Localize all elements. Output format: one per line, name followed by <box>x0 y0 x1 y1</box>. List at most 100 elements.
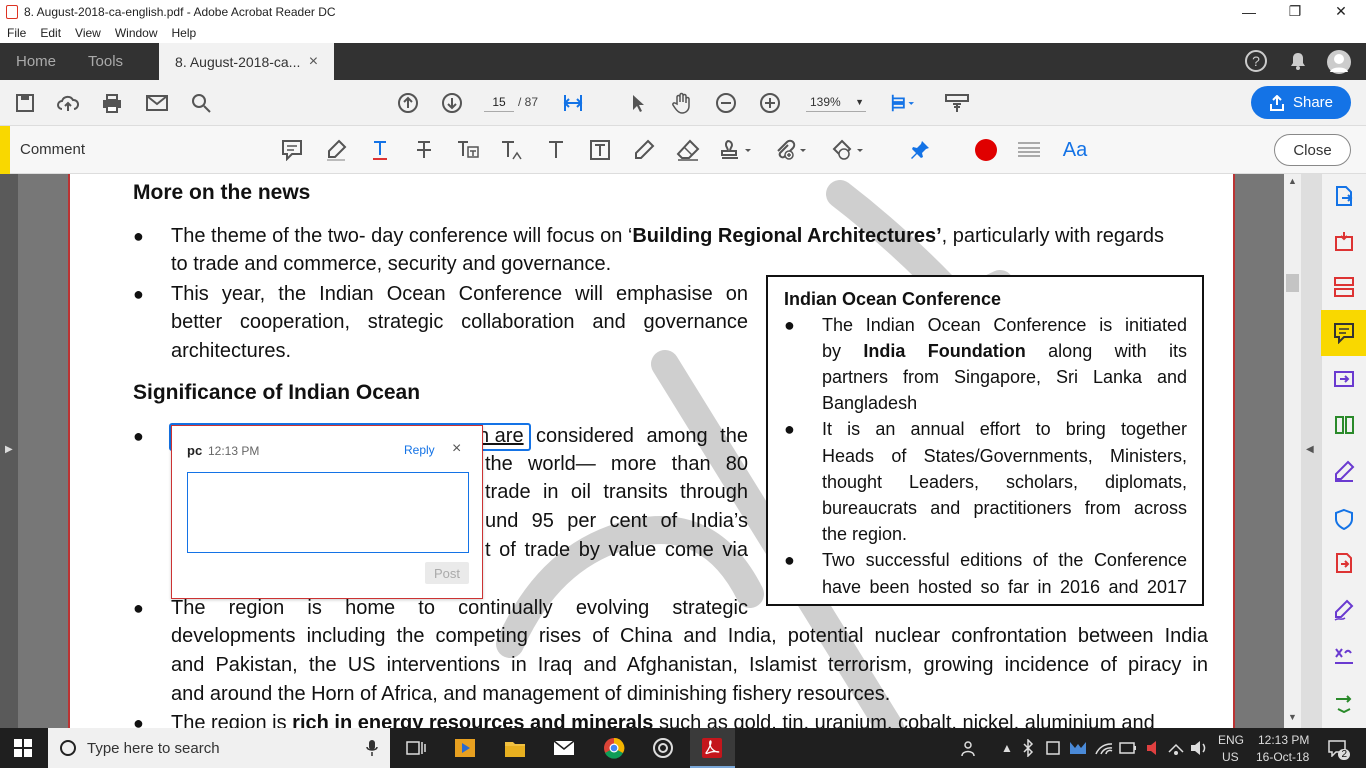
edit-pdf-icon[interactable] <box>1332 275 1356 299</box>
expand-left-icon[interactable]: ▶ <box>5 444 13 455</box>
left-panel[interactable]: ▶ <box>0 174 18 728</box>
strikethrough-icon[interactable] <box>412 138 436 162</box>
read-mode-icon[interactable] <box>945 91 969 115</box>
tray-app-icon[interactable] <box>1043 736 1063 760</box>
next-page-icon[interactable] <box>440 91 464 115</box>
language-top[interactable]: ENG <box>1218 733 1244 747</box>
tray-security-icon[interactable] <box>1068 736 1088 760</box>
menu-view[interactable]: View <box>68 26 108 40</box>
search-icon[interactable] <box>189 91 213 115</box>
menu-window[interactable]: Window <box>108 26 165 40</box>
close-comment-button[interactable]: Close <box>1274 134 1351 166</box>
bluetooth-icon[interactable] <box>1018 736 1038 760</box>
hand-tool-icon[interactable] <box>670 91 694 115</box>
previous-page-icon[interactable] <box>396 91 420 115</box>
comment-input[interactable] <box>187 472 469 553</box>
clock-date[interactable]: 16-Oct-18 <box>1256 750 1309 764</box>
menu-file[interactable]: File <box>0 26 33 40</box>
avatar-icon[interactable] <box>1327 50 1351 74</box>
color-picker-icon[interactable] <box>974 138 998 162</box>
create-pdf-icon[interactable] <box>1332 229 1356 253</box>
window-close-button[interactable]: ✕ <box>1318 0 1364 23</box>
vertical-scrollbar[interactable]: ▲ ▼ <box>1284 174 1301 728</box>
file-explorer-icon[interactable] <box>502 736 528 760</box>
certificates-icon[interactable] <box>1332 644 1356 668</box>
maximize-button[interactable]: ❐ <box>1272 0 1318 23</box>
taskbar-search[interactable]: Type here to search <box>48 728 390 768</box>
tab-close-icon[interactable]: × <box>309 53 318 71</box>
tray-chevron-icon[interactable]: ▲ <box>994 736 1020 760</box>
send-for-review-icon[interactable] <box>1332 551 1356 575</box>
scroll-up-icon[interactable]: ▲ <box>1288 176 1297 186</box>
save-icon[interactable] <box>13 91 37 115</box>
insert-text-icon[interactable] <box>500 138 524 162</box>
wifi-icon[interactable] <box>1094 736 1114 760</box>
tray-warning-icon[interactable] <box>1142 736 1162 760</box>
pencil-icon[interactable] <box>632 138 656 162</box>
post-button[interactable]: Post <box>425 562 469 584</box>
more-tools-icon[interactable] <box>1332 690 1356 714</box>
send-for-signature-icon[interactable] <box>1332 598 1356 622</box>
stamp-icon[interactable] <box>720 138 754 162</box>
highlight-icon[interactable] <box>324 138 348 162</box>
menu-edit[interactable]: Edit <box>33 26 68 40</box>
scroll-thumb[interactable] <box>1286 274 1299 292</box>
export-pdf-icon[interactable] <box>1332 184 1356 208</box>
replace-text-icon[interactable] <box>456 138 480 162</box>
chrome-icon[interactable] <box>601 736 627 760</box>
microphone-icon[interactable] <box>366 739 378 760</box>
page-number-input[interactable]: 15 <box>484 92 514 112</box>
line-thickness-icon[interactable] <box>1017 138 1041 162</box>
tab-home[interactable]: Home <box>0 43 72 80</box>
zoom-in-icon[interactable] <box>758 91 782 115</box>
close-icon[interactable]: × <box>452 440 461 458</box>
attach-file-icon[interactable] <box>774 138 808 162</box>
media-player-icon[interactable] <box>452 736 478 760</box>
fit-page-icon[interactable] <box>561 91 585 115</box>
combine-files-icon[interactable] <box>1332 367 1356 391</box>
select-cursor-icon[interactable] <box>626 91 650 115</box>
font-style-icon[interactable]: Aa <box>1061 138 1089 162</box>
zoom-out-icon[interactable] <box>714 91 738 115</box>
menu-help[interactable]: Help <box>165 26 204 40</box>
volume-icon[interactable] <box>1189 736 1209 760</box>
text-box-icon[interactable] <box>588 138 612 162</box>
share-button[interactable]: Share <box>1251 86 1351 119</box>
tab-document[interactable]: 8. August-2018-ca... × <box>159 43 335 80</box>
sticky-note-icon[interactable] <box>280 138 304 162</box>
people-icon[interactable] <box>958 736 984 760</box>
collapse-right-icon[interactable]: ◀ <box>1306 444 1314 455</box>
bell-icon[interactable] <box>1287 50 1309 72</box>
underline-text-icon[interactable] <box>368 138 392 162</box>
fill-sign-icon[interactable] <box>1332 459 1356 483</box>
pin-icon[interactable] <box>908 138 932 162</box>
minimize-button[interactable]: — <box>1226 0 1272 23</box>
mail-icon[interactable] <box>551 736 577 760</box>
cloud-upload-icon[interactable] <box>56 91 80 115</box>
sidebox-1-line-4: Bangladesh <box>822 393 918 413</box>
language-bottom[interactable]: US <box>1222 750 1239 764</box>
print-icon[interactable] <box>100 91 124 115</box>
add-text-icon[interactable] <box>544 138 568 162</box>
page-display-icon[interactable] <box>890 91 914 115</box>
windows-start-icon[interactable] <box>10 736 36 760</box>
acrobat-reader-icon[interactable] <box>699 736 725 760</box>
network-status-icon[interactable] <box>1166 736 1186 760</box>
task-view-icon[interactable] <box>403 736 429 760</box>
organize-pages-icon[interactable] <box>1332 413 1356 437</box>
comment-icon[interactable] <box>1332 321 1356 345</box>
zoom-level-select[interactable]: 139% ▼ <box>806 92 866 112</box>
email-icon[interactable] <box>145 91 169 115</box>
clock-time[interactable]: 12:13 PM <box>1258 733 1309 747</box>
eraser-icon[interactable] <box>676 138 700 162</box>
right-panel-collapse[interactable]: ◀ <box>1301 174 1321 728</box>
protect-icon[interactable] <box>1332 507 1356 531</box>
groove-music-icon[interactable] <box>650 736 676 760</box>
action-center-icon[interactable]: 2 <box>1322 736 1352 760</box>
reply-link[interactable]: Reply <box>404 443 435 457</box>
scroll-down-icon[interactable]: ▼ <box>1288 712 1297 722</box>
shapes-icon[interactable] <box>832 138 866 162</box>
battery-icon[interactable] <box>1118 736 1138 760</box>
tab-tools[interactable]: Tools <box>72 43 139 80</box>
help-icon[interactable]: ? <box>1245 50 1267 72</box>
